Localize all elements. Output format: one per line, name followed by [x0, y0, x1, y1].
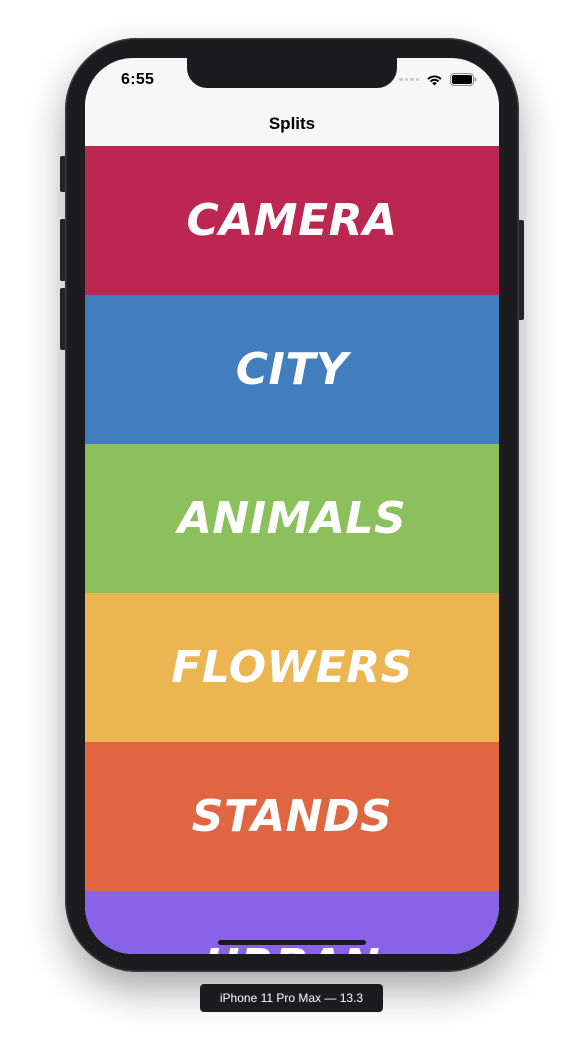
- category-list[interactable]: CAMERA CITY ANIMALS FLOWERS STANDS URBAN: [85, 146, 499, 954]
- device-screen: 6:55 Splits CAMERA CITY ANIMALS FLOWERS …: [85, 58, 499, 954]
- category-label: CITY: [235, 344, 349, 395]
- category-label: FLOWERS: [171, 642, 413, 693]
- navigation-bar: Splits: [85, 102, 499, 146]
- category-row-stands[interactable]: STANDS: [85, 742, 499, 891]
- status-icons: [399, 73, 477, 86]
- category-row-animals[interactable]: ANIMALS: [85, 444, 499, 593]
- category-label: ANIMALS: [177, 493, 407, 544]
- category-row-flowers[interactable]: FLOWERS: [85, 593, 499, 742]
- cellular-signal-icon: [399, 77, 419, 82]
- category-label: CAMERA: [186, 195, 398, 246]
- home-indicator[interactable]: [218, 940, 366, 945]
- nav-title: Splits: [268, 114, 316, 133]
- simulator-stage: 6:55 Splits CAMERA CITY ANIMALS FLOWERS …: [0, 0, 584, 1048]
- category-label: STANDS: [191, 791, 393, 842]
- notch: [187, 58, 397, 88]
- simulator-device-label: iPhone 11 Pro Max — 13.3: [200, 984, 383, 1012]
- wifi-icon: [427, 74, 442, 85]
- battery-icon: [450, 73, 477, 86]
- category-row-camera[interactable]: CAMERA: [85, 146, 499, 295]
- category-row-city[interactable]: CITY: [85, 295, 499, 444]
- status-time: 6:55: [121, 71, 155, 88]
